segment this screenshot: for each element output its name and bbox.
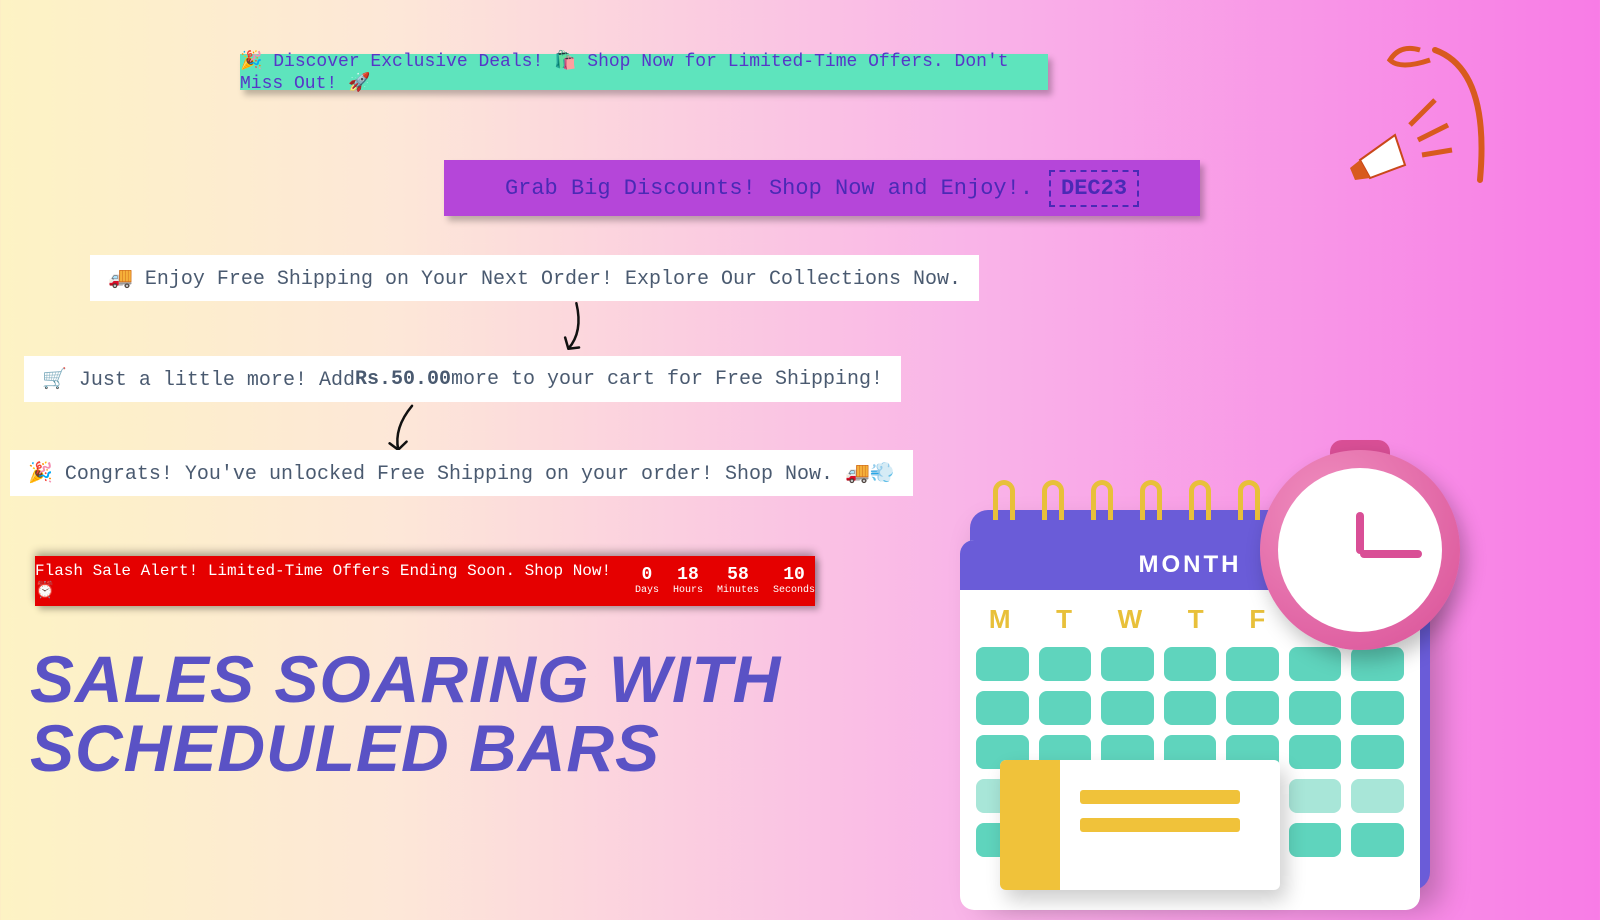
promo-bar-deals-text: 🎉 Discover Exclusive Deals! 🛍️ Shop Now …: [240, 50, 1048, 94]
promo-bar-unlocked-text: 🎉 Congrats! You've unlocked Free Shippin…: [28, 460, 895, 486]
promo-bar-discount: Grab Big Discounts! Shop Now and Enjoy!.…: [444, 160, 1200, 216]
countdown-hours-num: 18: [673, 566, 703, 586]
promo-bar-unlocked: 🎉 Congrats! You've unlocked Free Shippin…: [10, 450, 913, 496]
countdown-days-label: Days: [635, 585, 659, 596]
promo-bar-add-more: 🛒 Just a little more! Add Rs.50.00 more …: [24, 356, 901, 402]
countdown: 0 Days 18 Hours 58 Minutes 10 Seconds: [635, 566, 815, 597]
promo-bar-discount-text: Grab Big Discounts! Shop Now and Enjoy!.: [505, 176, 1033, 201]
calendar-day: T: [1056, 604, 1072, 635]
calendar-day: M: [989, 604, 1011, 635]
promo-bar-free-shipping-text: 🚚 Enjoy Free Shipping on Your Next Order…: [108, 265, 961, 291]
countdown-minutes: 58 Minutes: [717, 566, 759, 597]
calendar-day: W: [1118, 604, 1143, 635]
countdown-days-num: 0: [635, 566, 659, 586]
promo-bar-flash-sale-text: Flash Sale Alert! Limited-Time Offers En…: [35, 562, 617, 600]
promo-bar-add-more-prefix: 🛒 Just a little more! Add: [42, 366, 355, 392]
countdown-hours: 18 Hours: [673, 566, 703, 597]
promo-bar-free-shipping: 🚚 Enjoy Free Shipping on Your Next Order…: [90, 255, 979, 301]
headline: SALES SOARING WITH SCHEDULED BARS: [30, 645, 781, 784]
megaphone-icon: [1340, 40, 1500, 200]
countdown-hours-label: Hours: [673, 585, 703, 596]
calendar-day: T: [1188, 604, 1204, 635]
countdown-seconds-label: Seconds: [773, 585, 815, 596]
countdown-seconds-num: 10: [773, 566, 815, 586]
countdown-days: 0 Days: [635, 566, 659, 597]
promo-bar-deals: 🎉 Discover Exclusive Deals! 🛍️ Shop Now …: [240, 54, 1048, 90]
note-card-graphic: [1000, 760, 1280, 890]
headline-line2: SCHEDULED BARS: [30, 714, 781, 783]
clock-icon: [1260, 450, 1460, 650]
coupon-code[interactable]: DEC23: [1049, 170, 1139, 207]
promo-bar-flash-sale: Flash Sale Alert! Limited-Time Offers En…: [35, 556, 815, 606]
countdown-minutes-num: 58: [717, 566, 759, 586]
promo-bar-add-more-amount: Rs.50.00: [355, 368, 451, 391]
countdown-minutes-label: Minutes: [717, 585, 759, 596]
promo-bar-add-more-suffix: more to your cart for Free Shipping!: [451, 368, 883, 391]
headline-line1: SALES SOARING WITH: [30, 645, 781, 714]
countdown-seconds: 10 Seconds: [773, 566, 815, 597]
